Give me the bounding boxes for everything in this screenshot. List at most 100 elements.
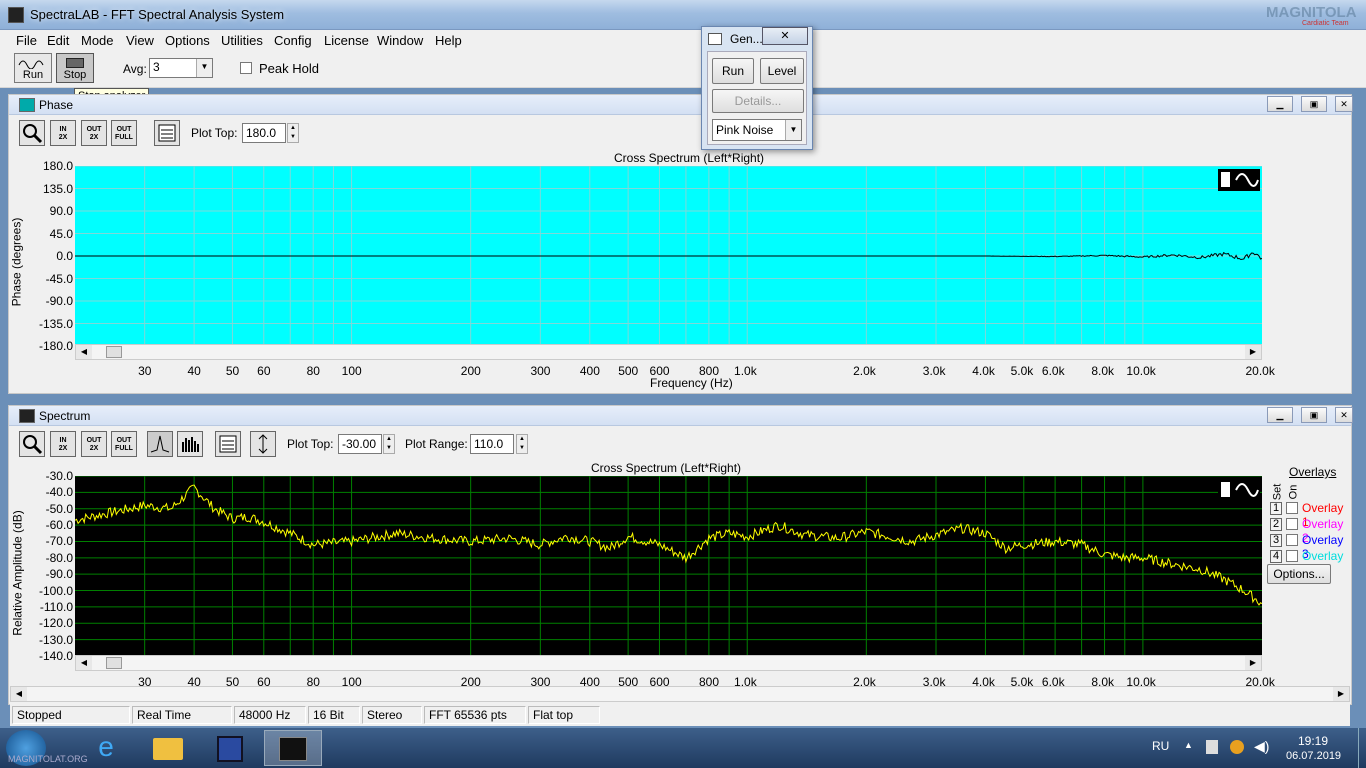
close-button[interactable]: ✕ xyxy=(1335,407,1353,423)
clock-time[interactable]: 19:19 xyxy=(1298,734,1328,748)
menu-edit[interactable]: Edit xyxy=(47,33,69,48)
overlay-set-2-button[interactable]: 2 xyxy=(1270,518,1282,531)
spectrum-icon xyxy=(19,409,35,423)
menu-utilities[interactable]: Utilities xyxy=(221,33,263,48)
phase-hscroll[interactable]: ◀ ▶ xyxy=(75,344,1262,360)
chevron-down-icon[interactable]: ▼ xyxy=(196,59,212,77)
restore-button[interactable]: ▣ xyxy=(1301,96,1327,112)
generator-details-button[interactable]: Details... xyxy=(712,89,804,113)
overlay-1-checkbox[interactable] xyxy=(1286,502,1298,514)
minimize-button[interactable]: ▁ xyxy=(1267,407,1293,423)
plot-properties-icon[interactable] xyxy=(215,431,241,457)
y-tick-label: -40.0 xyxy=(45,485,73,500)
zoom-out-2x-line1: OUT xyxy=(86,126,102,133)
tray-power-icon[interactable] xyxy=(1230,740,1244,754)
y-tick-label: -50.0 xyxy=(45,501,73,516)
menu-license[interactable]: License xyxy=(324,33,369,48)
restore-button[interactable]: ▣ xyxy=(1301,407,1327,423)
y-tick-label: -45.0 xyxy=(45,271,73,286)
plot-range-input[interactable]: 110.0 xyxy=(470,434,514,454)
zoom-out-full-button[interactable]: OUT FULL xyxy=(111,120,137,146)
overlay-set-3-button[interactable]: 3 xyxy=(1270,534,1282,547)
menu-file[interactable]: File xyxy=(16,33,37,48)
line-plot-icon[interactable] xyxy=(147,431,173,457)
menu-help[interactable]: Help xyxy=(435,33,462,48)
zoom-icon[interactable] xyxy=(19,431,45,457)
generator-dialog: Gen... ✕ Run Level Details... Pink Noise… xyxy=(701,26,813,150)
y-tick-label: 90.0 xyxy=(49,204,73,218)
tray-expand-icon[interactable]: ▲ xyxy=(1184,740,1193,750)
zoom-in-2x-line2: 2X xyxy=(58,134,68,141)
phase-plot-top-input[interactable]: 180.0 xyxy=(242,123,286,143)
menu-options[interactable]: Options xyxy=(165,33,210,48)
stop-button[interactable]: Stop xyxy=(56,53,94,83)
scroll-left-icon[interactable]: ◀ xyxy=(76,656,92,670)
spectrum-plot-top-input[interactable]: -30.00 xyxy=(338,434,382,454)
status-channels: Stereo xyxy=(362,706,422,724)
scroll-right-icon[interactable]: ▶ xyxy=(1245,345,1261,359)
generator-level-button[interactable]: Level xyxy=(760,58,804,84)
scroll-thumb[interactable] xyxy=(106,657,122,669)
x-tick-label: 30 xyxy=(138,364,152,378)
x-tick-label: 10.0k xyxy=(1126,364,1156,378)
volume-icon[interactable]: ◀) xyxy=(1254,738,1269,755)
status-bar: Stopped Real Time 48000 Hz 16 Bit Stereo… xyxy=(10,704,1350,726)
bar-plot-icon[interactable] xyxy=(177,431,203,457)
taskbar-watermark: MAGNITOLAT.ORG xyxy=(8,754,88,764)
x-tick-label: 100 xyxy=(341,364,362,378)
zoom-in-2x-button[interactable]: IN 2X xyxy=(50,120,76,146)
scroll-right-icon[interactable]: ▶ xyxy=(1333,687,1349,701)
menu-view[interactable]: View xyxy=(126,33,154,48)
phase-plot-top-spinner[interactable]: ▲ ▼ xyxy=(287,123,299,143)
overlay-4-checkbox[interactable] xyxy=(1286,550,1298,562)
overlay-3-checkbox[interactable] xyxy=(1286,534,1298,546)
chevron-down-icon[interactable]: ▼ xyxy=(785,120,801,140)
scroll-thumb[interactable] xyxy=(106,346,122,358)
zoom-out-2x-button[interactable]: OUT 2X xyxy=(81,431,107,457)
menu-mode[interactable]: Mode xyxy=(81,33,114,48)
zoom-out-2x-line2: 2X xyxy=(89,445,99,452)
peak-hold-checkbox[interactable] xyxy=(240,62,252,74)
overlay-options-button[interactable]: Options... xyxy=(1267,564,1331,584)
folder-icon[interactable] xyxy=(142,730,194,766)
generator-run-button[interactable]: Run xyxy=(712,58,754,84)
zoom-out-2x-button[interactable]: OUT 2X xyxy=(81,120,107,146)
y-tick-label: 45.0 xyxy=(49,226,73,241)
title-bar: SpectraLAB - FFT Spectral Analysis Syste… xyxy=(0,0,1366,30)
overlay-set-4-button[interactable]: 4 xyxy=(1270,550,1282,563)
generator-close-button[interactable]: ✕ xyxy=(762,27,808,45)
close-button[interactable]: ✕ xyxy=(1335,96,1353,112)
minimize-button[interactable]: ▁ xyxy=(1267,96,1293,112)
tray-device-icon[interactable] xyxy=(1206,740,1218,754)
scroll-right-icon[interactable]: ▶ xyxy=(1245,656,1261,670)
phase-icon xyxy=(19,98,35,112)
zoom-in-2x-button[interactable]: IN 2X xyxy=(50,431,76,457)
phase-chart xyxy=(75,166,1262,346)
status-bit-depth: 16 Bit xyxy=(308,706,360,724)
vertical-scale-icon[interactable] xyxy=(250,431,276,457)
show-desktop-button[interactable] xyxy=(1358,728,1366,768)
menu-config[interactable]: Config xyxy=(274,33,312,48)
run-button[interactable]: Run xyxy=(14,53,52,83)
language-indicator[interactable]: RU xyxy=(1152,739,1169,753)
clock-date[interactable]: 06.07.2019 xyxy=(1286,750,1341,762)
plot-properties-icon[interactable] xyxy=(154,120,180,146)
status-mode: Real Time xyxy=(132,706,232,724)
scroll-left-icon[interactable]: ◀ xyxy=(76,345,92,359)
overlay-set-1-button[interactable]: 1 xyxy=(1270,502,1282,515)
stop-button-label: Stop xyxy=(63,69,87,81)
scroll-left-icon[interactable]: ◀ xyxy=(11,687,27,701)
overlay-2-checkbox[interactable] xyxy=(1286,518,1298,530)
avg-select[interactable]: 3 ▼ xyxy=(149,58,213,78)
menu-window[interactable]: Window xyxy=(377,33,423,48)
spectrum-hscroll[interactable]: ◀ ▶ xyxy=(75,655,1262,671)
spectralab-taskbar-button[interactable] xyxy=(264,730,322,766)
window-hscroll[interactable]: ◀ ▶ xyxy=(10,686,1350,702)
generator-signal-select[interactable]: Pink Noise ▼ xyxy=(712,119,802,141)
spectrum-plot-top-spinner[interactable]: ▲ ▼ xyxy=(383,434,395,454)
plot-range-spinner[interactable]: ▲ ▼ xyxy=(516,434,528,454)
internet-explorer-icon[interactable]: e xyxy=(80,730,132,766)
zoom-out-full-button[interactable]: OUT FULL xyxy=(111,431,137,457)
zoom-icon[interactable] xyxy=(19,120,45,146)
floppy-icon[interactable] xyxy=(204,730,256,766)
